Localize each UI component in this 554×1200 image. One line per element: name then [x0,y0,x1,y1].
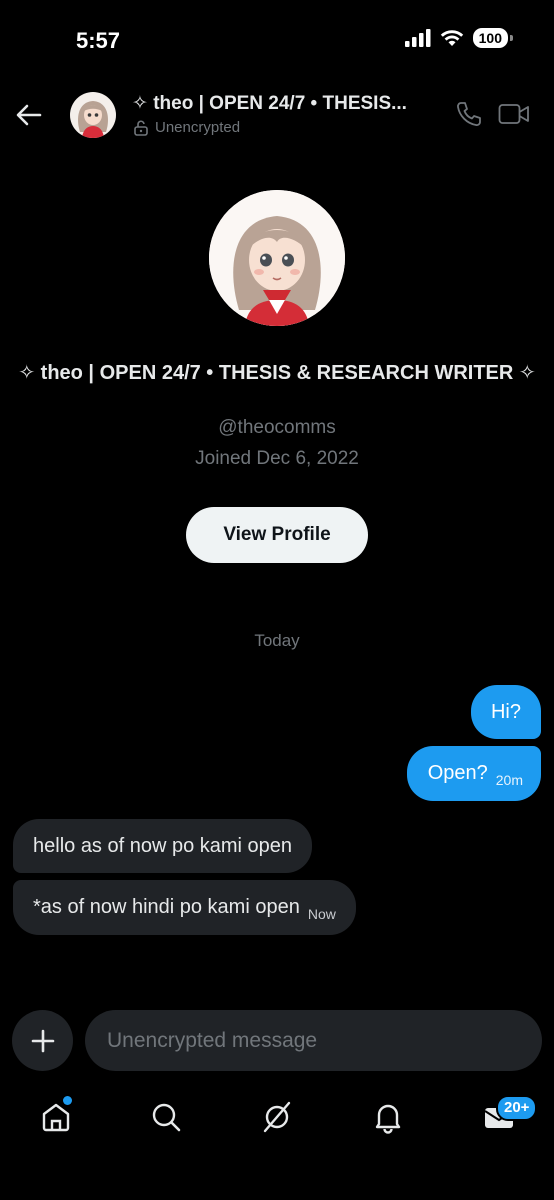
battery-indicator: 100 [472,28,514,48]
message-bubble-incoming[interactable]: hello as of now po kami open [13,819,313,873]
status-indicators: 100 [404,28,514,48]
phone-call-icon[interactable] [455,100,483,128]
search-icon[interactable] [149,1100,183,1134]
profile-handle: @theocomms [218,417,336,438]
message-text: Hi? [490,701,521,723]
messages-badge: 20+ [496,1095,538,1121]
message-input-placeholder: Unencrypted message [107,1028,318,1052]
cellular-signal-icon [404,29,431,47]
header-name[interactable]: ✧ theo | OPEN 24/7 • THESIS... [132,92,432,115]
encryption-status: Unencrypted [134,119,240,136]
message-timestamp: 20m [495,772,523,788]
plus-icon [31,1029,54,1052]
video-call-icon[interactable] [498,102,530,126]
back-arrow-icon[interactable] [14,100,44,130]
grok-icon[interactable] [260,1100,294,1134]
notifications-icon[interactable] [371,1100,405,1134]
message-bubble-incoming[interactable]: *as of now hindi po kami open Now [13,880,356,935]
message-bubble-outgoing[interactable]: Open? 20m [406,746,541,801]
profile-joined-date: Joined Dec 6, 2022 [195,448,359,469]
day-separator: Today [254,631,300,650]
message-bubble-outgoing[interactable]: Hi? [470,685,541,739]
unlocked-lock-icon [134,119,148,136]
profile-display-name: ✧ theo | OPEN 24/7 • THESIS & RESEARCH W… [18,362,536,384]
view-profile-button[interactable]: View Profile [186,507,368,563]
add-attachment-button[interactable] [12,1010,73,1071]
bottom-tab-bar: 20+ [0,1090,554,1146]
message-text: hello as of now po kami open [33,835,293,857]
message-timestamp: Now [307,906,336,922]
status-time: 5:57 [76,28,121,53]
header-avatar[interactable] [70,92,116,138]
conversation-header: ✧ theo | OPEN 24/7 • THESIS... Unencrypt… [0,88,554,144]
message-text: *as of now hindi po kami open [33,896,300,918]
message-text: Open? [427,762,488,784]
profile-avatar[interactable] [209,190,345,326]
wifi-icon [440,30,463,46]
encryption-label: Unencrypted [155,119,241,136]
home-icon[interactable] [39,1100,73,1134]
message-input[interactable]: Unencrypted message [85,1010,542,1071]
home-notification-dot [63,1096,72,1105]
